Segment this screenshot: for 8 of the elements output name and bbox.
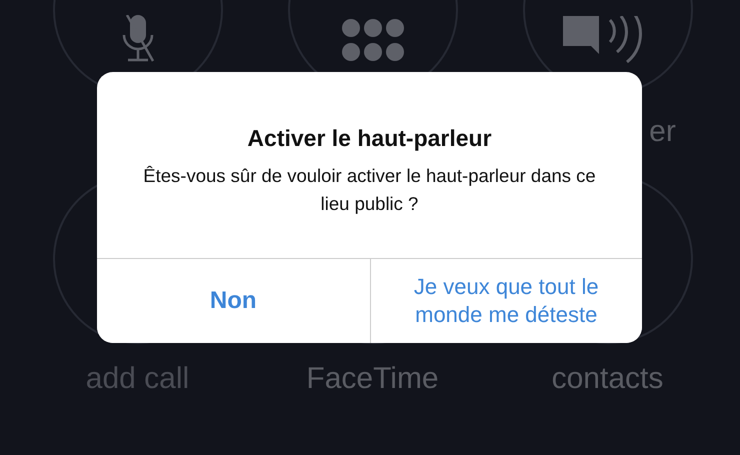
call-button-label: FaceTime [306,362,439,396]
alert-message: Êtes-vous sûr de vouloir activer le haut-parleur dans ce lieu public ? [142,164,597,216]
call-button-label: er [649,115,676,149]
alert-title: Activer le haut-parleur [247,125,492,152]
call-button-label: contacts [552,362,664,396]
call-button-label: add call [86,362,190,396]
alert-button[interactable]: Je veux que tout le monde me déteste [370,259,642,343]
keypad-icon [340,19,404,61]
